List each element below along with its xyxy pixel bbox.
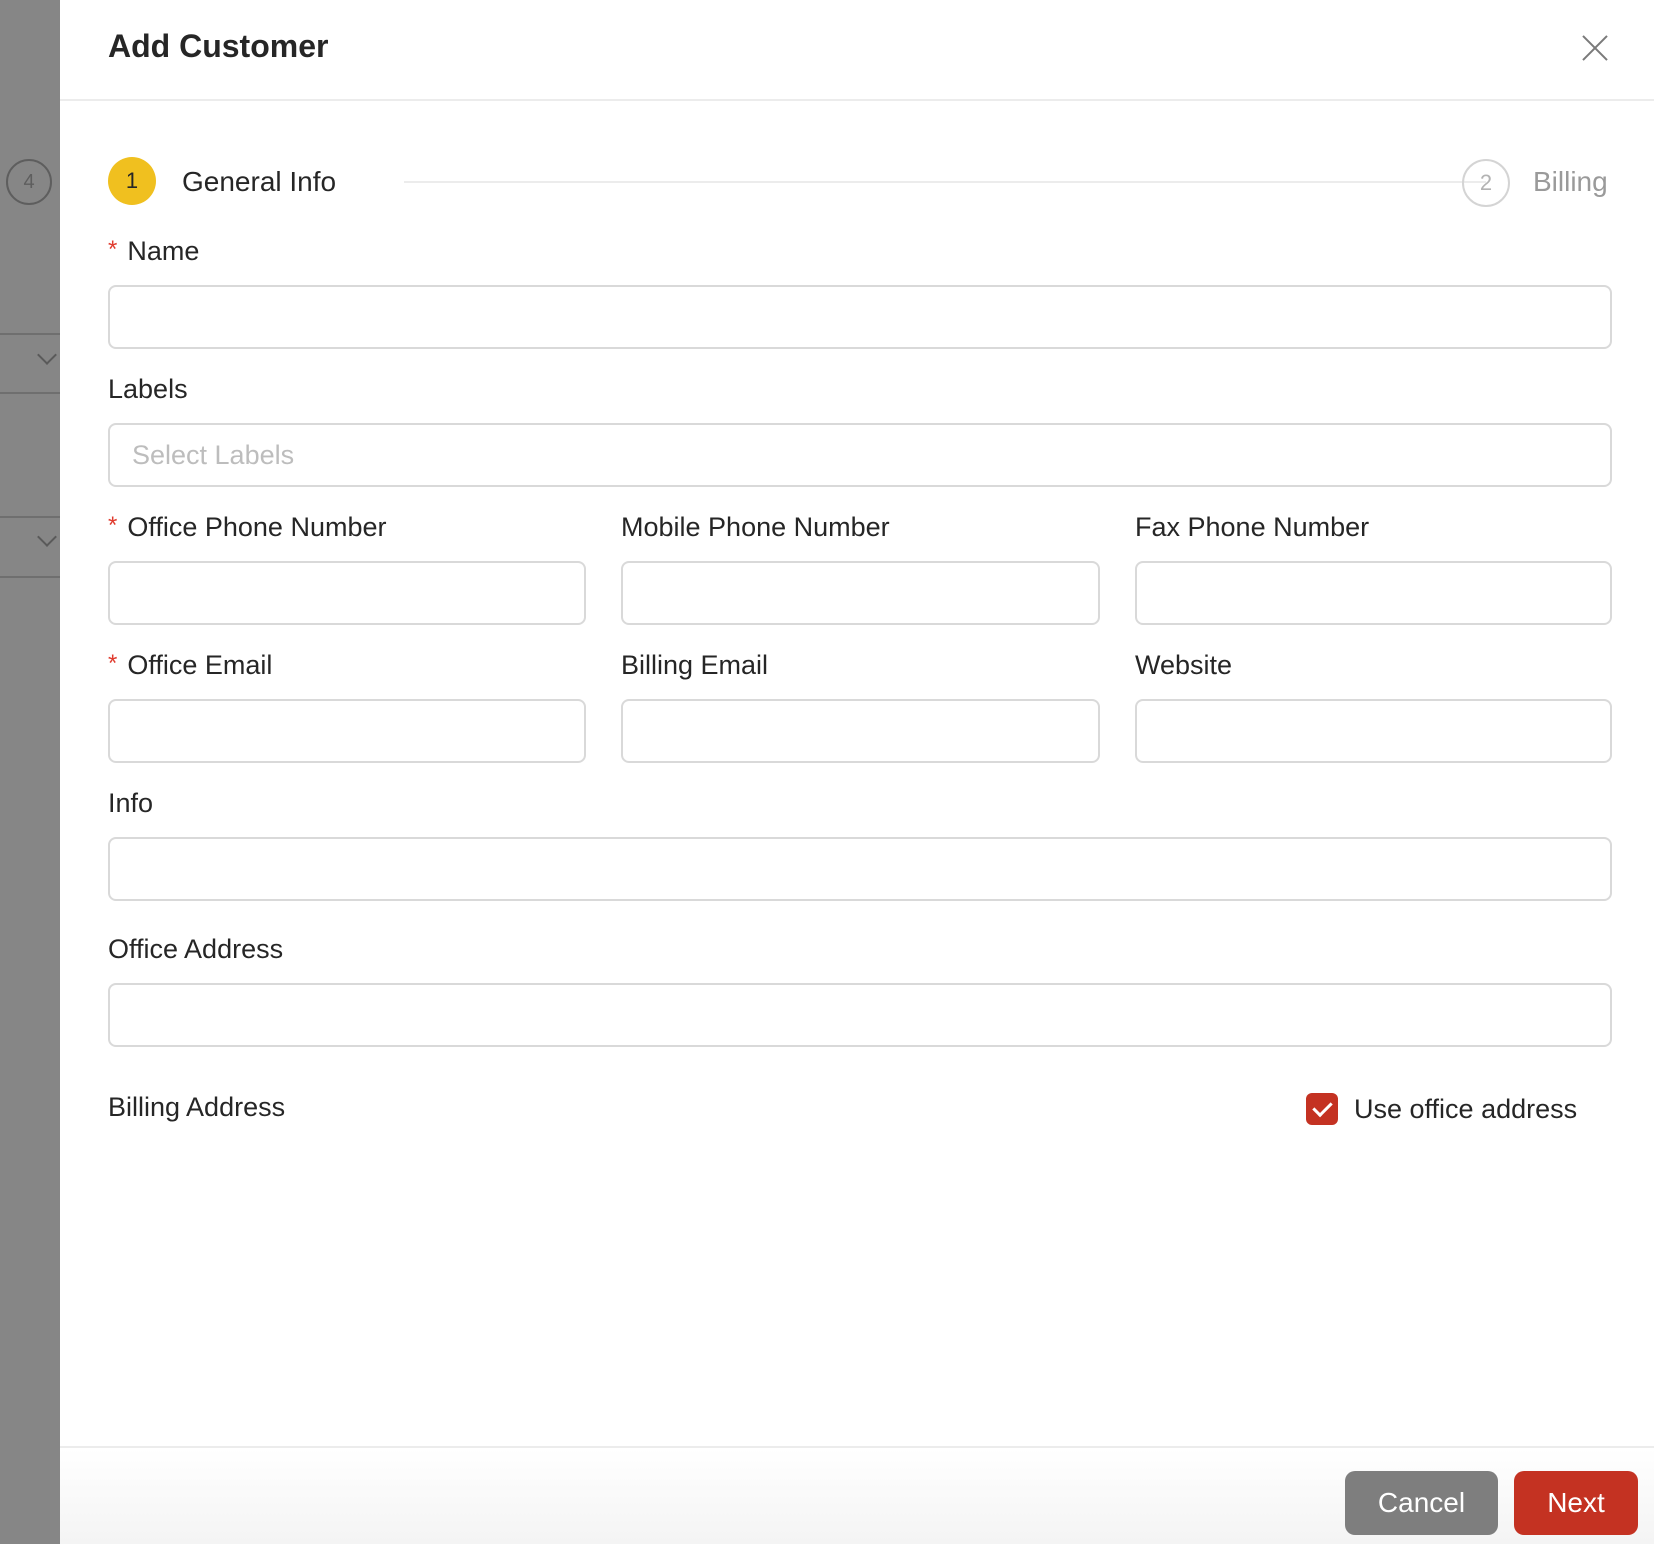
required-marker: * (108, 236, 118, 263)
background-divider (0, 516, 60, 518)
background-divider (0, 392, 60, 394)
step-1-circle: 1 (108, 157, 156, 205)
drawer-header: Add Customer (60, 0, 1654, 101)
checkmark-icon[interactable] (1306, 1093, 1338, 1125)
billing-email-label: Billing Email (621, 650, 769, 680)
background-step-circle: 4 (6, 159, 52, 205)
office-address-input[interactable] (108, 983, 1612, 1047)
info-input[interactable] (108, 837, 1612, 901)
cancel-button[interactable]: Cancel (1345, 1471, 1498, 1535)
website-input[interactable] (1135, 699, 1612, 763)
drawer-footer: Cancel Next (60, 1446, 1654, 1544)
next-button[interactable]: Next (1514, 1471, 1638, 1535)
billing-address-label: Billing Address (108, 1092, 286, 1122)
office-email-input[interactable] (108, 699, 586, 763)
labels-label: Labels (108, 374, 188, 404)
chevron-down-icon (37, 345, 57, 365)
step-connector (404, 181, 1486, 183)
use-office-address-label[interactable]: Use office address (1354, 1094, 1577, 1125)
step-2-circle: 2 (1462, 159, 1510, 207)
step-1-label: General Info (182, 166, 337, 197)
office-phone-input[interactable] (108, 561, 586, 625)
required-marker: * (108, 512, 118, 539)
name-label: * Name (108, 236, 200, 266)
info-label: Info (108, 788, 154, 818)
page: 4 Add Customer 1 General Info 2 Billing … (0, 0, 1654, 1544)
drawer-title: Add Customer (108, 28, 329, 64)
fax-phone-label: Fax Phone Number (1135, 512, 1370, 542)
close-icon[interactable] (1578, 31, 1612, 65)
office-phone-label: * Office Phone Number (108, 512, 387, 542)
mobile-phone-input[interactable] (621, 561, 1100, 625)
chevron-down-icon (37, 527, 57, 547)
fax-phone-input[interactable] (1135, 561, 1612, 625)
background-divider (0, 576, 60, 578)
billing-email-input[interactable] (621, 699, 1100, 763)
labels-select[interactable] (108, 423, 1612, 487)
step-2-label: Billing (1533, 166, 1608, 197)
background-divider (0, 333, 60, 335)
stepper: 1 General Info 2 Billing (108, 157, 1608, 207)
add-customer-drawer: Add Customer 1 General Info 2 Billing * N… (60, 0, 1654, 1544)
mobile-phone-label: Mobile Phone Number (621, 512, 890, 542)
background-overlay[interactable]: 4 (0, 0, 60, 1544)
use-office-address-checkbox[interactable]: Use office address (1306, 1092, 1577, 1126)
office-email-label: * Office Email (108, 650, 273, 680)
name-input[interactable] (108, 285, 1612, 349)
website-label: Website (1135, 650, 1233, 680)
required-marker: * (108, 650, 118, 677)
office-address-label: Office Address (108, 934, 284, 964)
